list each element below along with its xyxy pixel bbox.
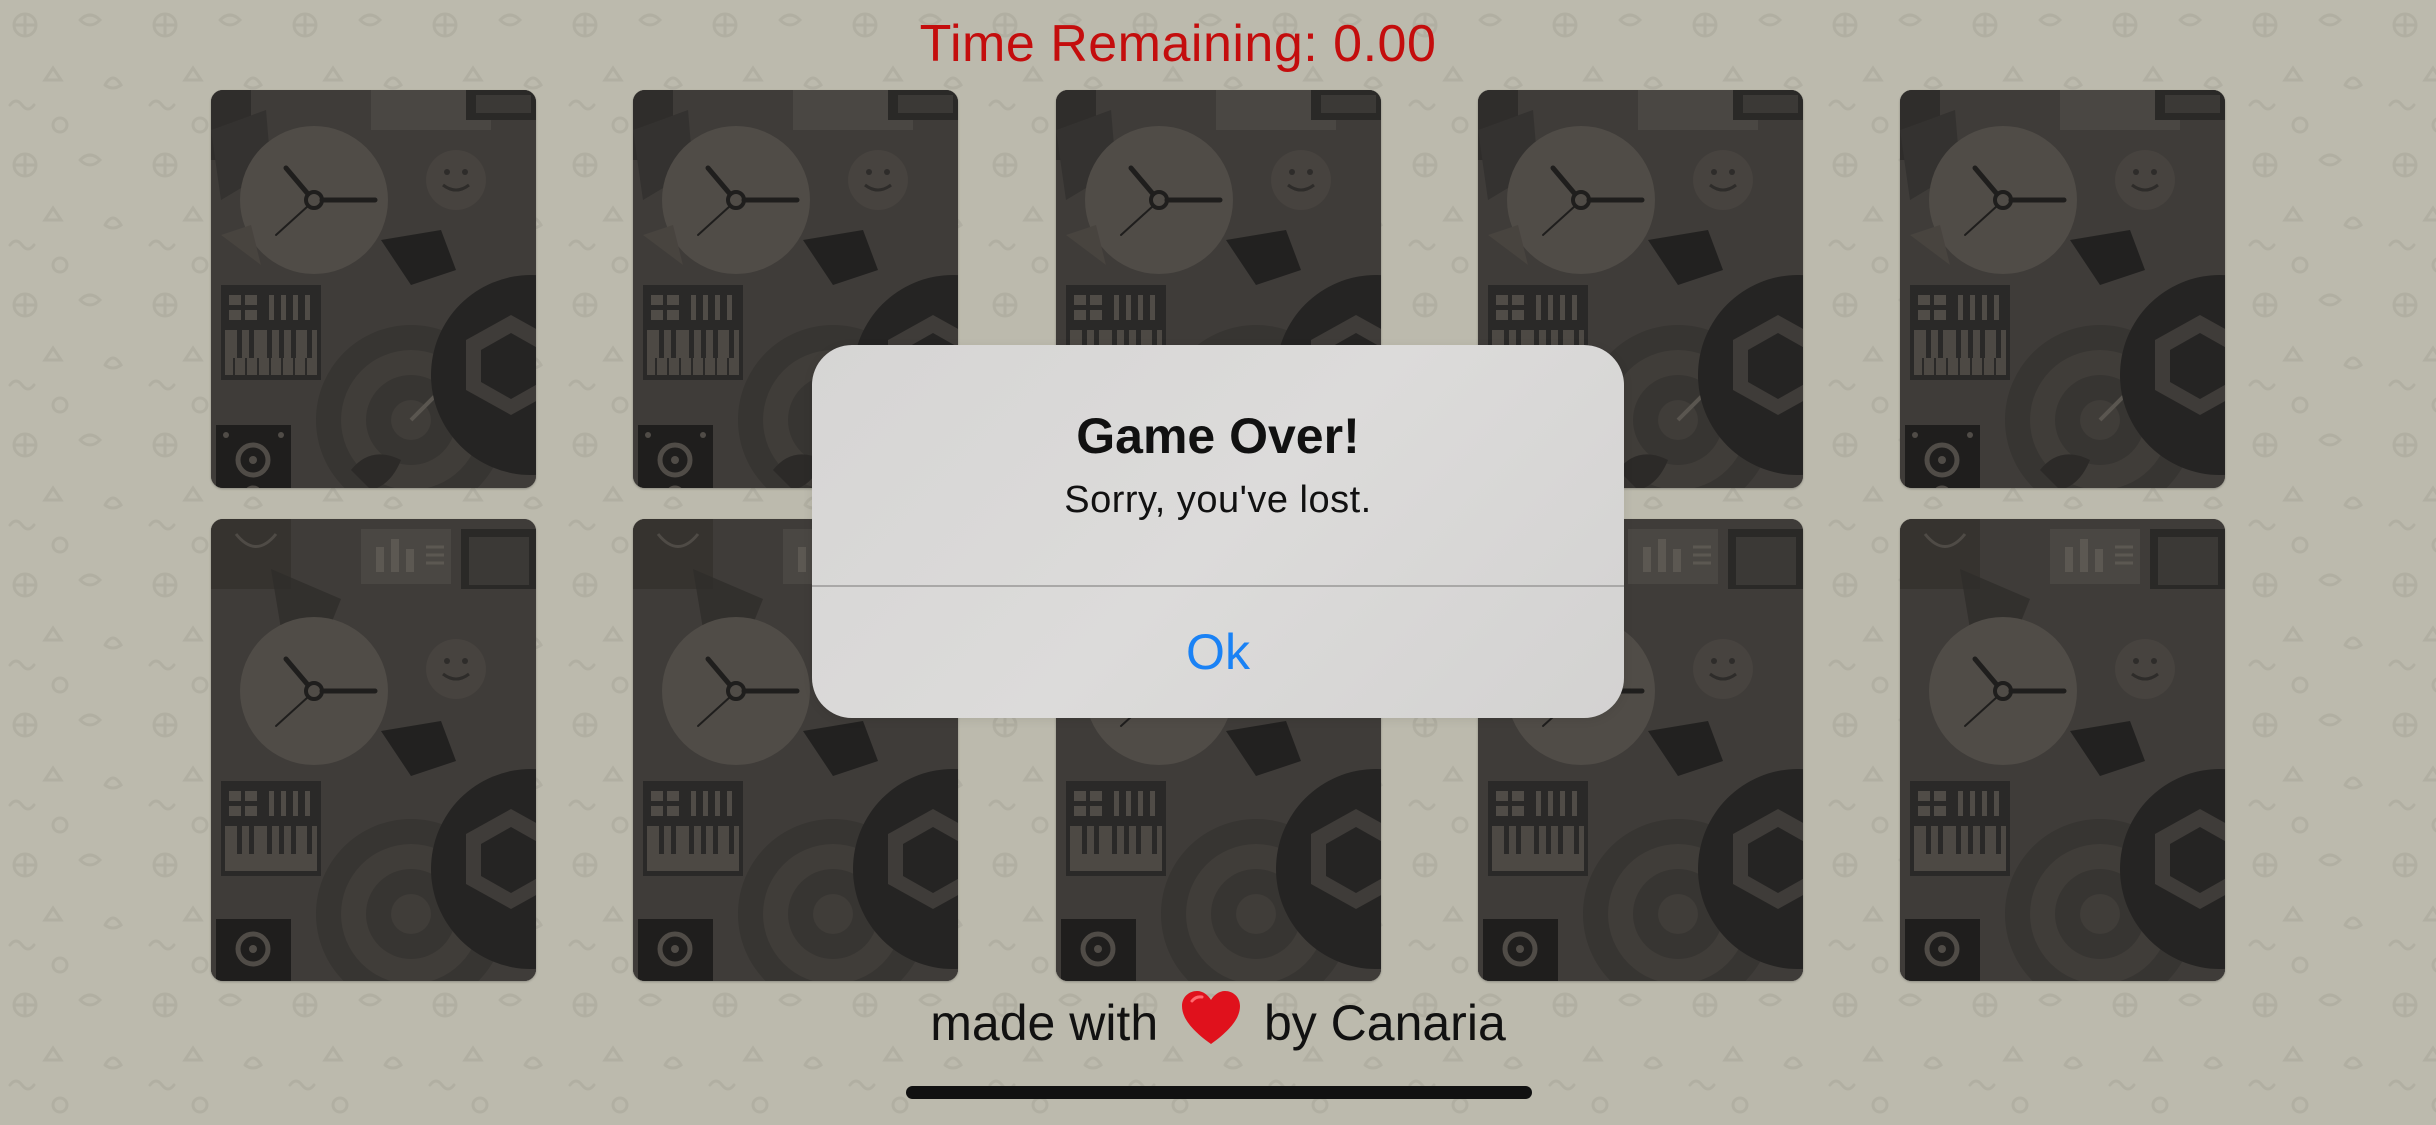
ok-button[interactable]: Ok xyxy=(812,587,1624,718)
heart-icon xyxy=(1182,991,1241,1044)
alert-title: Game Over! xyxy=(1076,408,1360,464)
footer-credit: made with by Canaria xyxy=(0,988,2436,1052)
footer-prefix: made with xyxy=(930,995,1159,1051)
game-over-alert: Game Over! Sorry, you've lost. Ok xyxy=(812,345,1624,718)
alert-message: Sorry, you've lost. xyxy=(1064,479,1372,521)
footer-suffix: by Canaria xyxy=(1263,995,1506,1051)
home-indicator[interactable] xyxy=(906,1086,1532,1099)
